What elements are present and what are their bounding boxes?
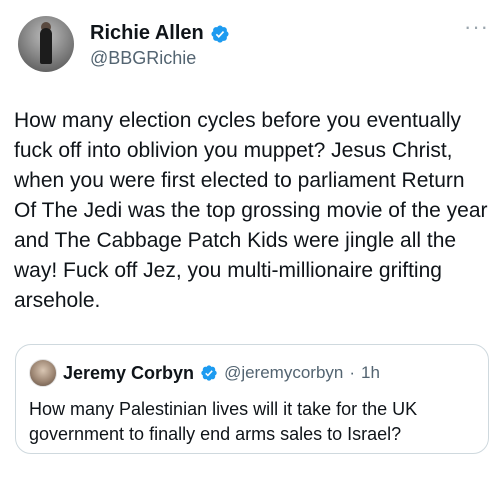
quoted-tweet-text: How many Palestinian lives will it take … bbox=[29, 399, 418, 444]
quoted-tweet-card[interactable]: Jeremy Corbyn @jeremycorbyn · 1h How man… bbox=[15, 344, 489, 454]
author-avatar[interactable] bbox=[18, 16, 74, 72]
quoted-author-handle[interactable]: @jeremycorbyn bbox=[224, 363, 343, 383]
author-names: Richie Allen @BBGRichie bbox=[90, 22, 230, 69]
tweet-text: How many election cycles before you even… bbox=[14, 109, 494, 312]
separator-dot: · bbox=[349, 363, 356, 382]
more-options-icon[interactable]: ··· bbox=[464, 16, 489, 38]
display-name-row: Richie Allen bbox=[90, 22, 230, 45]
verified-badge-icon bbox=[211, 24, 229, 43]
avatar-figure bbox=[40, 28, 52, 64]
quoted-tweet-time[interactable]: 1h bbox=[361, 363, 380, 383]
quoted-author-avatar[interactable] bbox=[29, 359, 57, 387]
author-display-name[interactable]: Richie Allen bbox=[90, 22, 204, 45]
quoted-tweet-header: Jeremy Corbyn @jeremycorbyn · 1h bbox=[29, 359, 380, 387]
author-handle[interactable]: @BBGRichie bbox=[90, 48, 230, 69]
verified-badge-icon bbox=[201, 365, 217, 381]
tweet-header: Richie Allen @BBGRichie ··· bbox=[18, 16, 489, 76]
quoted-author-display-name[interactable]: Jeremy Corbyn bbox=[63, 363, 194, 384]
